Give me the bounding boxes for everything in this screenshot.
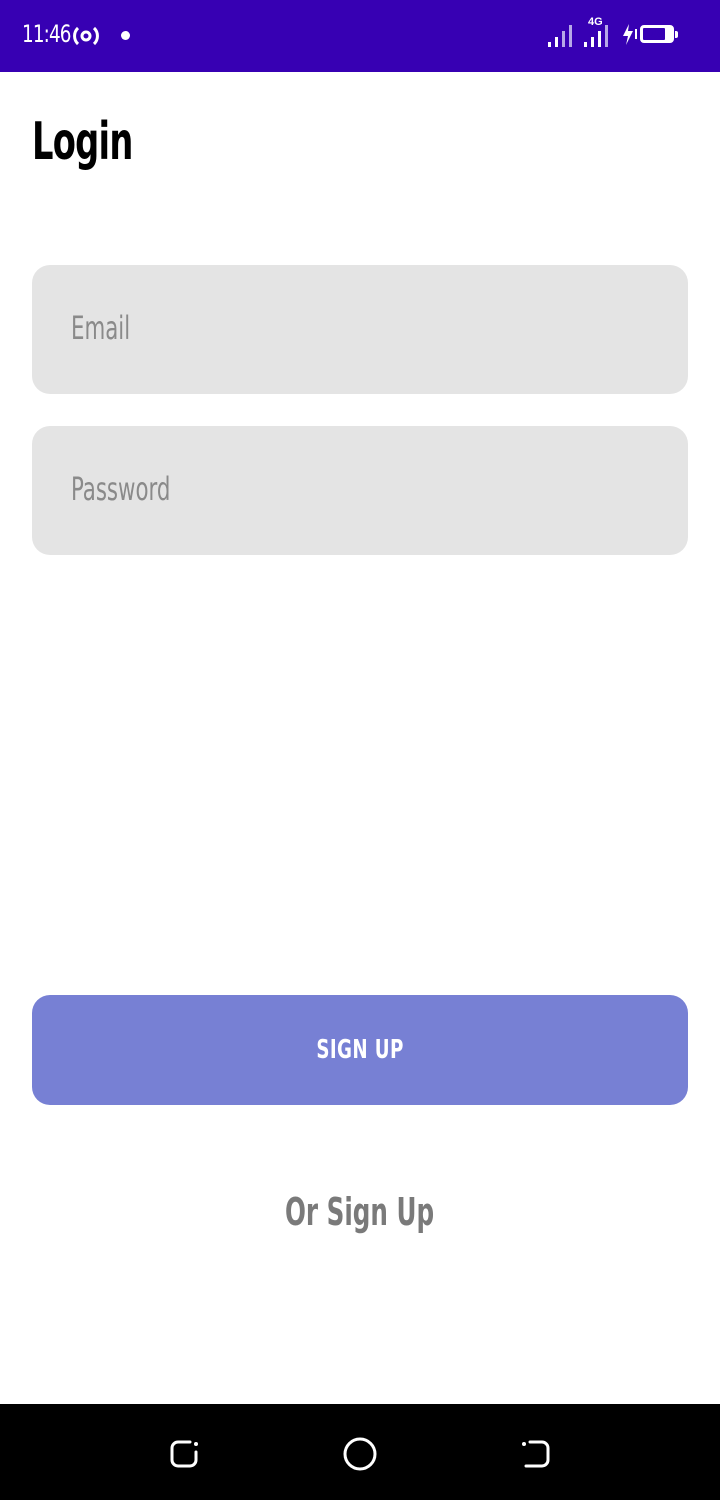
or-sign-up-label: Or Sign Up [285,1190,435,1234]
battery-icon: 78 [640,25,678,43]
email-field[interactable]: Email [32,265,688,394]
sign-up-button[interactable]: SIGN UP [32,995,688,1105]
signal-icon [548,18,576,55]
battery-level: 78 [649,26,665,40]
status-time: 11:46 [22,20,71,48]
status-bar: 11:46 4G 78 [0,0,720,72]
page-title: Login [32,112,133,172]
signal-icon [582,18,612,55]
hotspot-icon [72,24,100,53]
password-field[interactable]: Password [32,426,688,555]
sign-up-button-label: SIGN UP [316,1035,404,1065]
or-sign-up-link[interactable]: Or Sign Up [0,1190,720,1234]
notification-dot-icon [121,31,130,40]
home-icon[interactable] [342,1436,378,1472]
system-nav-bar [0,1404,720,1500]
email-placeholder: Email [71,309,131,347]
charging-bolt-icon [620,20,638,53]
recent-apps-icon[interactable] [166,1436,202,1472]
back-icon[interactable] [518,1436,554,1472]
password-placeholder: Password [71,470,171,508]
